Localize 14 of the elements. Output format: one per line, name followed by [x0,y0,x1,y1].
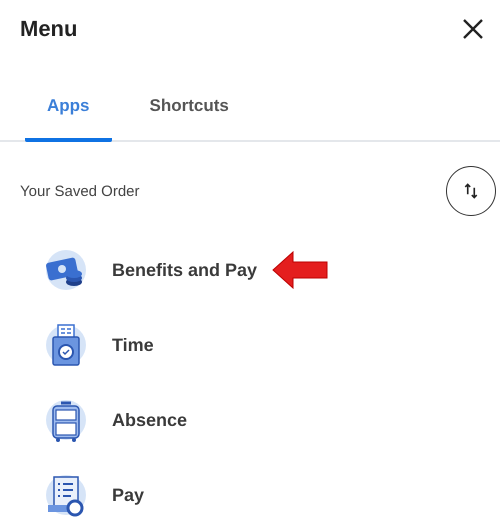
menu-title: Menu [20,16,78,42]
app-item[interactable]: Time [112,334,154,356]
sort-icon [462,182,480,200]
suitcase-icon [44,398,88,442]
sort-button[interactable] [446,166,496,216]
money-icon [44,248,88,292]
tab[interactable]: Apps [25,88,112,142]
time-clock-icon [44,323,88,367]
app-item[interactable]: Absence [112,410,188,430]
app-item[interactable]: Benefits and Pay [112,260,258,280]
app-item[interactable]: Pay [112,484,144,506]
section-title: Your Saved Order [20,182,140,200]
receipt-icon [44,473,88,517]
tab[interactable]: Shortcuts [128,88,251,142]
